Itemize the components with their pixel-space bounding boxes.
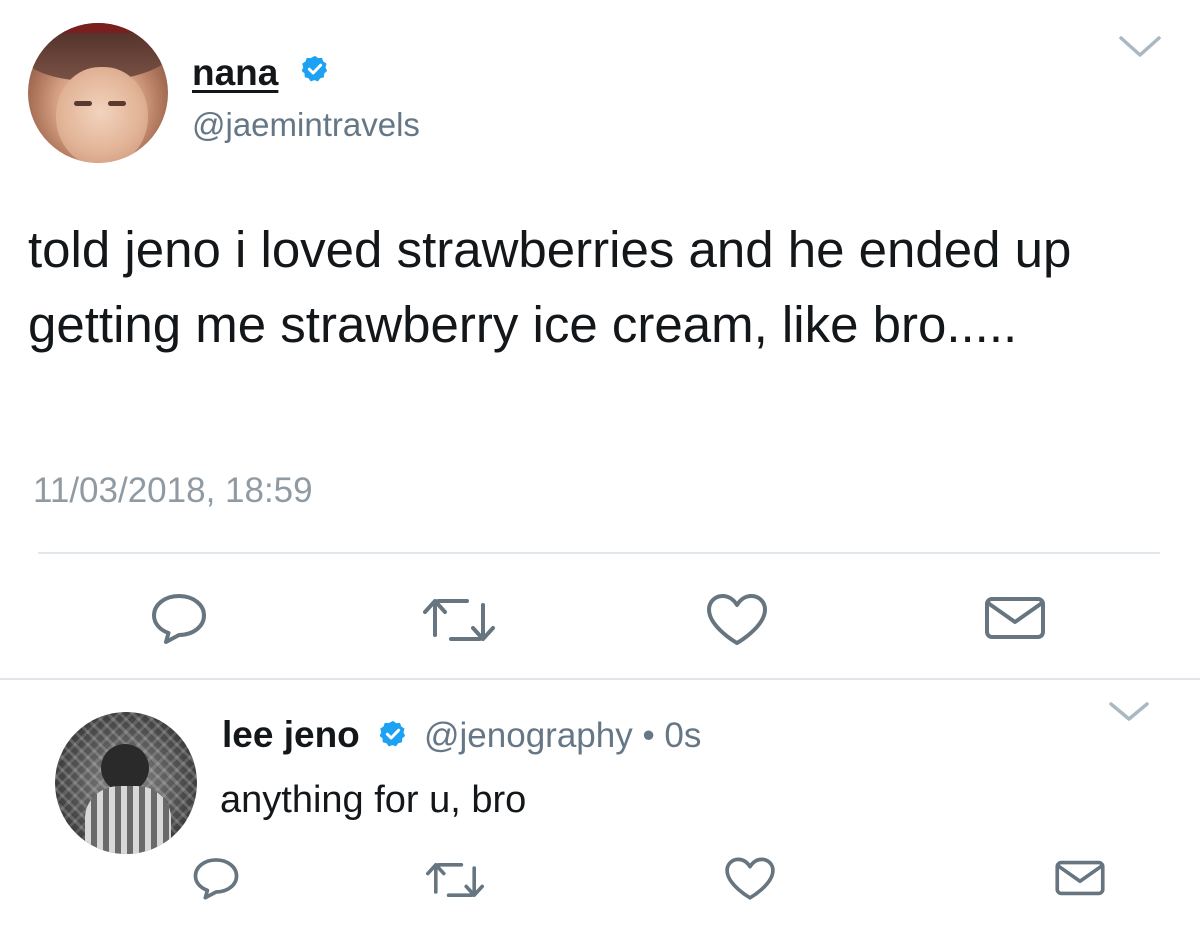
avatar-head [101, 744, 149, 792]
avatar[interactable] [55, 712, 197, 854]
verified-badge-icon [379, 720, 406, 747]
avatar-eye [108, 101, 126, 106]
tweet-timestamp[interactable]: 11/03/2018, 18:59 [33, 471, 313, 511]
author-name[interactable]: lee jeno [222, 714, 360, 756]
divider [0, 678, 1200, 680]
reply-icon[interactable] [190, 855, 242, 901]
retweet-icon[interactable] [421, 595, 497, 645]
author-handle[interactable]: @jaemintravels [192, 106, 420, 144]
chevron-down-icon[interactable] [1117, 33, 1163, 61]
avatar-eye [74, 101, 92, 106]
envelope-icon[interactable] [983, 595, 1047, 641]
verified-badge-icon [301, 55, 328, 82]
avatar-detail [58, 23, 138, 33]
heart-icon[interactable] [704, 592, 770, 648]
envelope-icon[interactable] [1054, 859, 1106, 897]
tweet-text: told jeno i loved strawberries and he en… [28, 221, 1072, 353]
tweet-text: anything for u, bro [220, 779, 527, 821]
retweet-icon[interactable] [424, 860, 486, 900]
avatar-body [85, 786, 171, 854]
heart-icon[interactable] [723, 856, 777, 902]
chevron-down-icon[interactable] [1107, 700, 1151, 724]
tweet-thread: nana @jaemintravels told jeno i loved st… [0, 0, 1200, 925]
divider [38, 552, 1160, 554]
reply-icon[interactable] [148, 590, 210, 646]
avatar[interactable] [28, 23, 168, 163]
main-tweet: nana @jaemintravels told jeno i loved st… [0, 0, 1200, 680]
author-handle-meta[interactable]: @jenography • 0s [424, 716, 701, 756]
avatar-face [56, 67, 148, 163]
author-name[interactable]: nana [192, 52, 278, 94]
